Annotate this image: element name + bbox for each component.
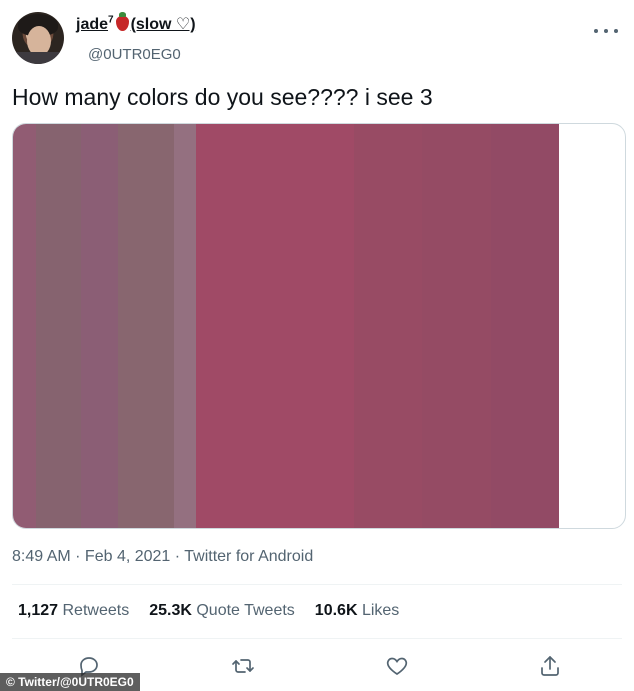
share-icon[interactable] xyxy=(536,652,564,680)
tweet-source-link[interactable]: Twitter for Android xyxy=(184,548,313,565)
color-band xyxy=(422,124,491,528)
tweet-date: Feb 4, 2021 xyxy=(84,548,171,565)
likes-stat[interactable]: 10.6K Likes xyxy=(315,602,400,620)
color-band xyxy=(490,124,559,528)
retweets-label: Retweets xyxy=(62,602,130,619)
name-superscript: 7 xyxy=(108,14,114,26)
tweet-time: 8:49 AM xyxy=(12,548,71,565)
retweets-count: 1,127 xyxy=(18,602,59,619)
color-band xyxy=(36,124,81,528)
tweet-time-link[interactable]: 8:49 AM · Feb 4, 2021 xyxy=(12,548,170,565)
user-handle[interactable]: @0UTR0EG0 xyxy=(88,46,181,63)
display-name-suffix[interactable]: (slow ♡) xyxy=(131,16,196,33)
divider xyxy=(12,584,622,585)
color-band xyxy=(118,124,174,528)
color-band xyxy=(196,124,354,528)
color-band xyxy=(354,124,423,528)
color-band xyxy=(174,124,196,528)
quote-label: Quote Tweets xyxy=(196,602,295,619)
retweet-icon[interactable] xyxy=(229,652,257,680)
display-name-text[interactable]: jade xyxy=(76,16,108,33)
tweet-timestamp: 8:49 AM · Feb 4, 2021 · Twitter for Andr… xyxy=(12,548,314,565)
tweet-header: jade7 (slow ♡) @0UTR0EG0 xyxy=(12,10,622,66)
retweets-stat[interactable]: 1,127 Retweets xyxy=(18,602,129,620)
strawberry-icon xyxy=(115,12,129,31)
avatar[interactable] xyxy=(12,12,64,64)
quote-count: 25.3K xyxy=(149,602,192,619)
engagement-stats: 1,127 Retweets 25.3K Quote Tweets 10.6K … xyxy=(18,602,399,620)
divider xyxy=(12,638,622,639)
display-name[interactable]: jade7 (slow ♡) xyxy=(76,12,196,34)
color-band xyxy=(81,124,118,528)
color-band xyxy=(13,124,36,528)
likes-count: 10.6K xyxy=(314,602,358,619)
image-credit: © Twitter/@0UTR0EG0 xyxy=(0,673,140,691)
likes-label: Likes xyxy=(361,602,400,619)
avatar-shirt xyxy=(12,52,64,64)
tweet-image[interactable] xyxy=(12,123,626,529)
more-icon[interactable] xyxy=(594,24,618,38)
quote-tweets-stat[interactable]: 25.3K Quote Tweets xyxy=(149,602,295,620)
tweet-text: How many colors do you see???? i see 3 xyxy=(12,84,433,110)
heart-icon[interactable] xyxy=(383,652,411,680)
